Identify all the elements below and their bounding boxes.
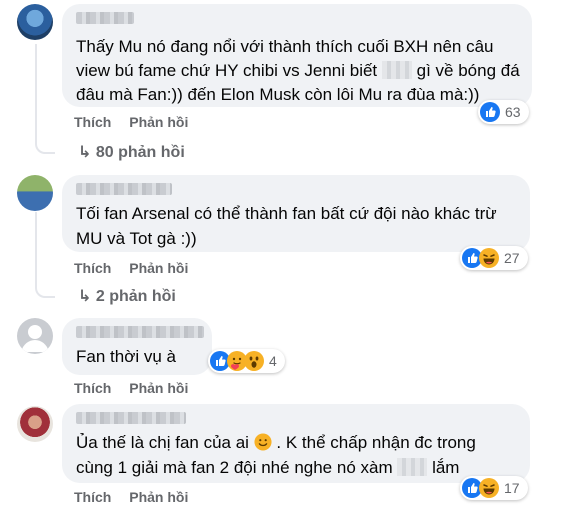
author-name-blurred[interactable] (76, 12, 134, 24)
reaction-count: 63 (505, 104, 521, 120)
like-button[interactable]: Thích (74, 260, 111, 276)
reply-button[interactable]: Phản hồi (129, 489, 188, 505)
comment-text-line: Tối fan Arsenal có thể thành fan bất cứ … (76, 204, 497, 223)
thread-connector (35, 282, 55, 298)
comment-actions: Thích Phản hồi (74, 260, 202, 276)
view-replies-link[interactable]: ↳ 2 phản hồi (78, 286, 176, 306)
replies-count: 2 phản hồi (95, 288, 176, 305)
comment-text-segment: Ủa thế là chị fan của ai (76, 433, 249, 452)
comment-text-segment: . K thể chấp nhận đc trong (276, 433, 476, 452)
comment-bubble: Thấy Mu nó đang nổi với thành thích cuối… (62, 4, 532, 107)
thread-line (35, 44, 37, 140)
avatar[interactable] (17, 4, 53, 40)
like-button[interactable]: Thích (74, 380, 111, 396)
reply-button[interactable]: Phản hồi (129, 114, 188, 130)
censored-text (397, 458, 428, 476)
comment-text-line: view bú fame chứ HY chibi vs Jenni biết … (76, 58, 520, 84)
reactions-summary[interactable]: 27 (460, 246, 528, 270)
like-icon (480, 102, 500, 122)
reply-button[interactable]: Phản hồi (129, 380, 188, 396)
comment-text-segment: cùng 1 giải mà fan 2 đội nhé nghe nó xàm (76, 458, 393, 477)
comment-bubble: Fan thời vụ à (62, 318, 212, 375)
haha-icon (479, 478, 499, 498)
thread-line (35, 212, 37, 284)
avatar[interactable] (17, 175, 53, 211)
comment-text-segment: view bú fame chứ HY chibi vs Jenni biết (76, 61, 378, 80)
comment-text-line: MU và Tot gà :)) (76, 229, 197, 248)
comment-actions: Thích Phản hồi (74, 114, 202, 130)
view-replies-link[interactable]: ↳ 80 phản hồi (78, 142, 185, 162)
avatar[interactable] (17, 318, 53, 354)
reaction-count: 4 (269, 353, 277, 369)
reaction-count: 17 (504, 480, 520, 496)
default-avatar-icon (21, 325, 49, 352)
censored-text (381, 61, 412, 79)
reply-arrow-icon: ↳ (78, 288, 92, 305)
haha-icon (479, 248, 499, 268)
comment-text-line: Thấy Mu nó đang nổi với thành thích cuối… (76, 37, 494, 56)
author-name-blurred[interactable] (76, 183, 172, 195)
like-button[interactable]: Thích (74, 489, 111, 505)
reactions-summary[interactable]: 4 (208, 349, 285, 373)
comment-text-line: Fan thời vụ à (76, 347, 176, 366)
comment-actions: Thích Phản hồi (74, 380, 202, 396)
reply-arrow-icon: ↳ (78, 144, 92, 161)
comment-bubble: Tối fan Arsenal có thể thành fan bất cứ … (62, 175, 530, 252)
comment-text-line: đâu mà Fan:)) đến Elon Musk còn lôi Mu r… (76, 85, 480, 104)
author-name-blurred[interactable] (76, 412, 186, 424)
smile-emoji-icon (254, 433, 272, 451)
reactions-summary[interactable]: 17 (460, 476, 528, 500)
author-name-blurred[interactable] (76, 326, 204, 338)
comment-text-line: Ủa thế là chị fan của ai . K thể chấp nh… (76, 430, 476, 456)
reaction-count: 27 (504, 250, 520, 266)
comment-text-line: cùng 1 giải mà fan 2 đội nhé nghe nó xàm… (76, 455, 459, 481)
avatar[interactable] (17, 406, 53, 442)
like-button[interactable]: Thích (74, 114, 111, 130)
comment-text-segment: gì về bóng đá (416, 61, 520, 80)
wow-icon (244, 351, 264, 371)
comment-actions: Thích Phản hồi (74, 489, 202, 505)
comment-bubble: Ủa thế là chị fan của ai . K thể chấp nh… (62, 404, 530, 483)
reactions-summary[interactable]: 63 (478, 100, 529, 124)
replies-count: 80 phản hồi (95, 144, 185, 161)
thread-connector (35, 138, 55, 154)
comment-text-segment: lắm (432, 458, 460, 477)
reply-button[interactable]: Phản hồi (129, 260, 188, 276)
